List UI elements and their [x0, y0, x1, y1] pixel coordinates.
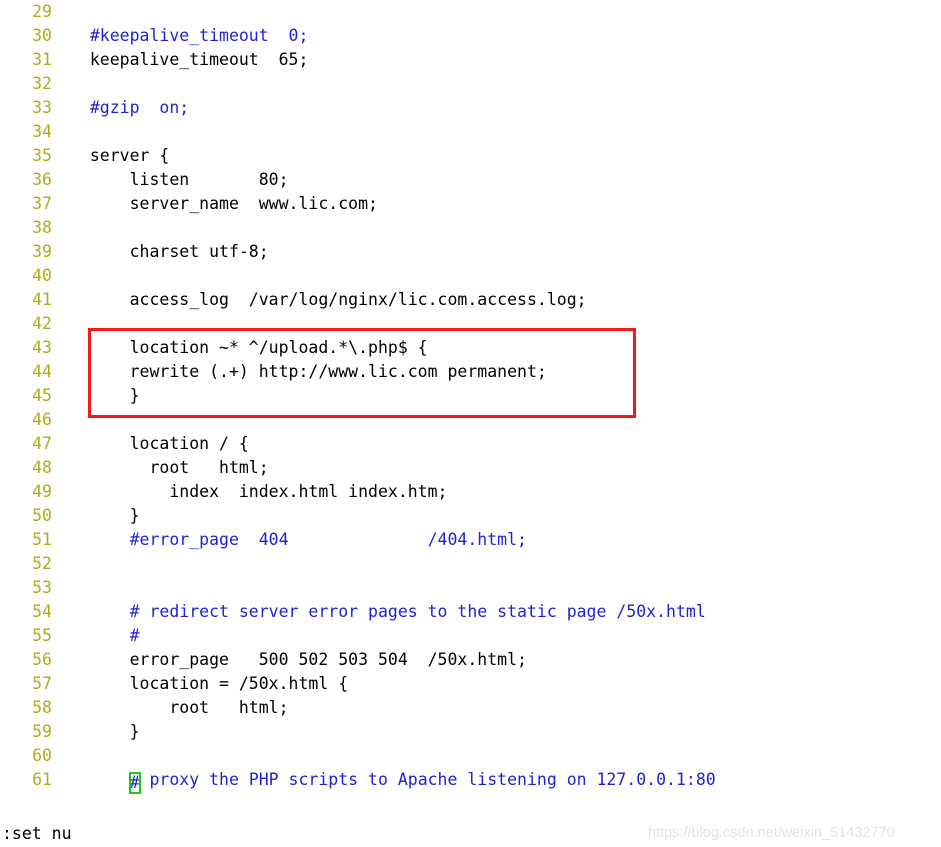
code-text: rewrite (.+) http://www.lic.com permanen… — [70, 362, 547, 381]
line-number: 30 — [32, 26, 52, 45]
line-number: 59 — [32, 722, 52, 741]
code-line[interactable]: 47 location / { — [0, 432, 941, 456]
code-line[interactable]: 61 # proxy the PHP scripts to Apache lis… — [0, 768, 941, 794]
line-number: 44 — [32, 362, 52, 381]
code-comment-text: #keepalive_timeout 0; — [70, 26, 309, 45]
code-editor-area[interactable]: 29 30 #keepalive_timeout 0; 31 keepalive_t… — [0, 0, 941, 795]
code-text: charset utf-8; — [70, 242, 269, 261]
code-line[interactable]: 54 # redirect server error pages to the … — [0, 600, 941, 624]
code-line[interactable]: 46 — [0, 408, 941, 432]
line-number: 53 — [32, 578, 52, 597]
code-text: index index.html index.htm; — [70, 482, 448, 501]
code-comment-text: # — [70, 626, 140, 645]
code-line[interactable]: 43 location ~* ^/upload.*\.php$ { — [0, 336, 941, 360]
code-comment-text: #gzip on; — [70, 98, 190, 117]
line-number: 29 — [32, 2, 52, 21]
line-number: 40 — [32, 266, 52, 285]
code-line[interactable]: 48 root html; — [0, 456, 941, 480]
code-line[interactable]: 41 access_log /var/log/nginx/lic.com.acc… — [0, 288, 941, 312]
code-line[interactable]: 59 } — [0, 720, 941, 744]
line-number: 60 — [32, 746, 52, 765]
code-text: } — [70, 722, 140, 741]
vim-command-line: :set nu — [2, 824, 72, 843]
code-text: keepalive_timeout 65; — [70, 50, 309, 69]
code-line[interactable]: 50 } — [0, 504, 941, 528]
code-line[interactable]: 55 # — [0, 624, 941, 648]
code-line[interactable]: 36 listen 80; — [0, 168, 941, 192]
code-text: } — [70, 506, 140, 525]
code-line[interactable]: 32 — [0, 72, 941, 96]
code-comment-text: #error_page 404 /404.html; — [70, 530, 527, 549]
code-line[interactable]: 42 — [0, 312, 941, 336]
code-line[interactable]: 52 — [0, 552, 941, 576]
code-line[interactable]: 60 — [0, 744, 941, 768]
line-number: 38 — [32, 218, 52, 237]
line-number: 32 — [32, 74, 52, 93]
code-line[interactable]: 53 — [0, 576, 941, 600]
code-line[interactable]: 58 root html; — [0, 696, 941, 720]
line-number: 50 — [32, 506, 52, 525]
line-number: 43 — [32, 338, 52, 357]
code-text: listen 80; — [70, 170, 289, 189]
code-line[interactable]: 39 charset utf-8; — [0, 240, 941, 264]
code-text: location = /50x.html { — [70, 674, 349, 693]
code-text: root html; — [70, 698, 289, 717]
line-number: 39 — [32, 242, 52, 261]
vim-editor-window: 29 30 #keepalive_timeout 0; 31 keepalive_t… — [0, 0, 941, 847]
code-line[interactable]: 37 server_name www.lic.com; — [0, 192, 941, 216]
code-text: server_name www.lic.com; — [70, 194, 378, 213]
line-number: 58 — [32, 698, 52, 717]
line-number: 46 — [32, 410, 52, 429]
line-number: 61 — [32, 770, 52, 789]
line-number: 57 — [32, 674, 52, 693]
code-text: location ~* ^/upload.*\.php$ { — [70, 338, 428, 357]
code-comment-text: # proxy the PHP scripts to Apache listen… — [128, 770, 716, 794]
line-number: 35 — [32, 146, 52, 165]
code-text: location / { — [70, 434, 249, 453]
code-line[interactable]: 44 rewrite (.+) http://www.lic.com perma… — [0, 360, 941, 384]
line-number: 42 — [32, 314, 52, 333]
line-number: 52 — [32, 554, 52, 573]
code-line[interactable]: 38 — [0, 216, 941, 240]
line-number: 54 — [32, 602, 52, 621]
code-line[interactable]: 49 index index.html index.htm; — [0, 480, 941, 504]
line-number: 41 — [32, 290, 52, 309]
code-text: root html; — [70, 458, 269, 477]
code-line[interactable]: 56 error_page 500 502 503 504 /50x.html; — [0, 648, 941, 672]
line-number: 33 — [32, 98, 52, 117]
code-text: } — [70, 386, 140, 405]
line-number: 49 — [32, 482, 52, 501]
code-line[interactable]: 57 location = /50x.html { — [0, 672, 941, 696]
code-line[interactable]: 29 — [0, 0, 941, 24]
line-number: 37 — [32, 194, 52, 213]
line-number: 36 — [32, 170, 52, 189]
text-cursor: # — [128, 772, 141, 794]
code-line[interactable]: 40 — [0, 264, 941, 288]
line-number: 48 — [32, 458, 52, 477]
code-line[interactable]: 45 } — [0, 384, 941, 408]
line-number: 55 — [32, 626, 52, 645]
vim-status-bar: :set nu 61,9 31% — [0, 795, 941, 843]
code-comment-text: # redirect server error pages to the sta… — [70, 602, 706, 621]
code-text: server { — [70, 146, 170, 165]
line-number: 56 — [32, 650, 52, 669]
line-number: 34 — [32, 122, 52, 141]
csdn-watermark: https://blog.csdn.net/weixin_51432770 — [648, 825, 895, 841]
line-number: 51 — [32, 530, 52, 549]
code-line[interactable]: 35 server { — [0, 144, 941, 168]
code-line[interactable]: 30 #keepalive_timeout 0; — [0, 24, 941, 48]
line-number: 45 — [32, 386, 52, 405]
code-line[interactable]: 51 #error_page 404 /404.html; — [0, 528, 941, 552]
code-line[interactable]: 33 #gzip on; — [0, 96, 941, 120]
line-number: 31 — [32, 50, 52, 69]
code-text: access_log /var/log/nginx/lic.com.access… — [70, 290, 587, 309]
line-number: 47 — [32, 434, 52, 453]
code-text: error_page 500 502 503 504 /50x.html; — [70, 650, 527, 669]
code-line[interactable]: 31 keepalive_timeout 65; — [0, 48, 941, 72]
code-line[interactable]: 34 — [0, 120, 941, 144]
